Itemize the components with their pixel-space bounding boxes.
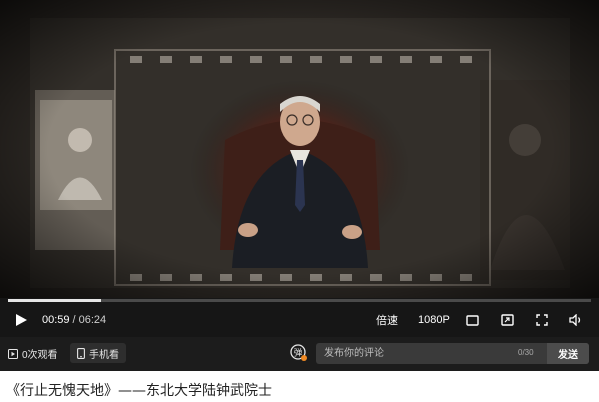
current-time: 00:59 — [42, 314, 70, 326]
picture-in-picture-button[interactable] — [501, 305, 514, 335]
danmaku-icon: 弹 — [290, 344, 307, 361]
fullscreen-icon — [536, 314, 548, 326]
watch-on-phone-button[interactable]: 手机看 — [70, 343, 126, 363]
view-count: 0次观看 — [8, 346, 58, 361]
play-icon — [16, 314, 27, 326]
video-caption: 《行止无愧天地》——东北大学陆钟武院士 — [6, 383, 272, 399]
picture-in-picture-icon — [501, 314, 514, 326]
player-bottom-bar: 0次观看 手机看 弹 0/30 发送 — [0, 337, 599, 371]
player-controls: 00:59 / 06:24 倍速 1080P — [0, 305, 599, 335]
speed-label: 倍速 — [376, 315, 398, 327]
comment-box: 0/30 发送 — [316, 343, 589, 364]
volume-icon — [569, 314, 581, 326]
time-separator: / — [72, 314, 76, 326]
video-play-icon — [8, 348, 18, 359]
speed-button[interactable]: 倍速 — [376, 305, 398, 335]
quality-label: 1080P — [418, 314, 450, 326]
volume-button[interactable] — [569, 305, 583, 335]
danmaku-toggle[interactable]: 弹 — [290, 344, 308, 365]
duration: 06:24 — [78, 314, 107, 326]
view-count-label: 0次观看 — [22, 350, 58, 361]
watch-on-phone-label: 手机看 — [89, 349, 119, 361]
fullscreen-button[interactable] — [536, 305, 548, 335]
progress-bar[interactable] — [8, 299, 591, 302]
progress-bar-fill — [8, 299, 102, 302]
video-still-image — [0, 0, 599, 298]
quality-button[interactable]: 1080P — [418, 305, 450, 335]
send-button[interactable]: 发送 — [547, 343, 589, 364]
video-frame[interactable] — [0, 0, 599, 298]
comment-input[interactable] — [324, 343, 514, 364]
video-player[interactable]: 00:59 / 06:24 倍速 1080P 0次观看 手机看 弹 发布你的评论… — [0, 0, 599, 371]
comment-char-counter: 0/30 — [518, 348, 534, 357]
theater-mode-button[interactable] — [466, 305, 479, 335]
time-display: 00:59 / 06:24 — [42, 305, 106, 335]
phone-icon — [77, 347, 85, 359]
theater-mode-icon — [466, 314, 479, 326]
play-button[interactable] — [14, 305, 28, 335]
